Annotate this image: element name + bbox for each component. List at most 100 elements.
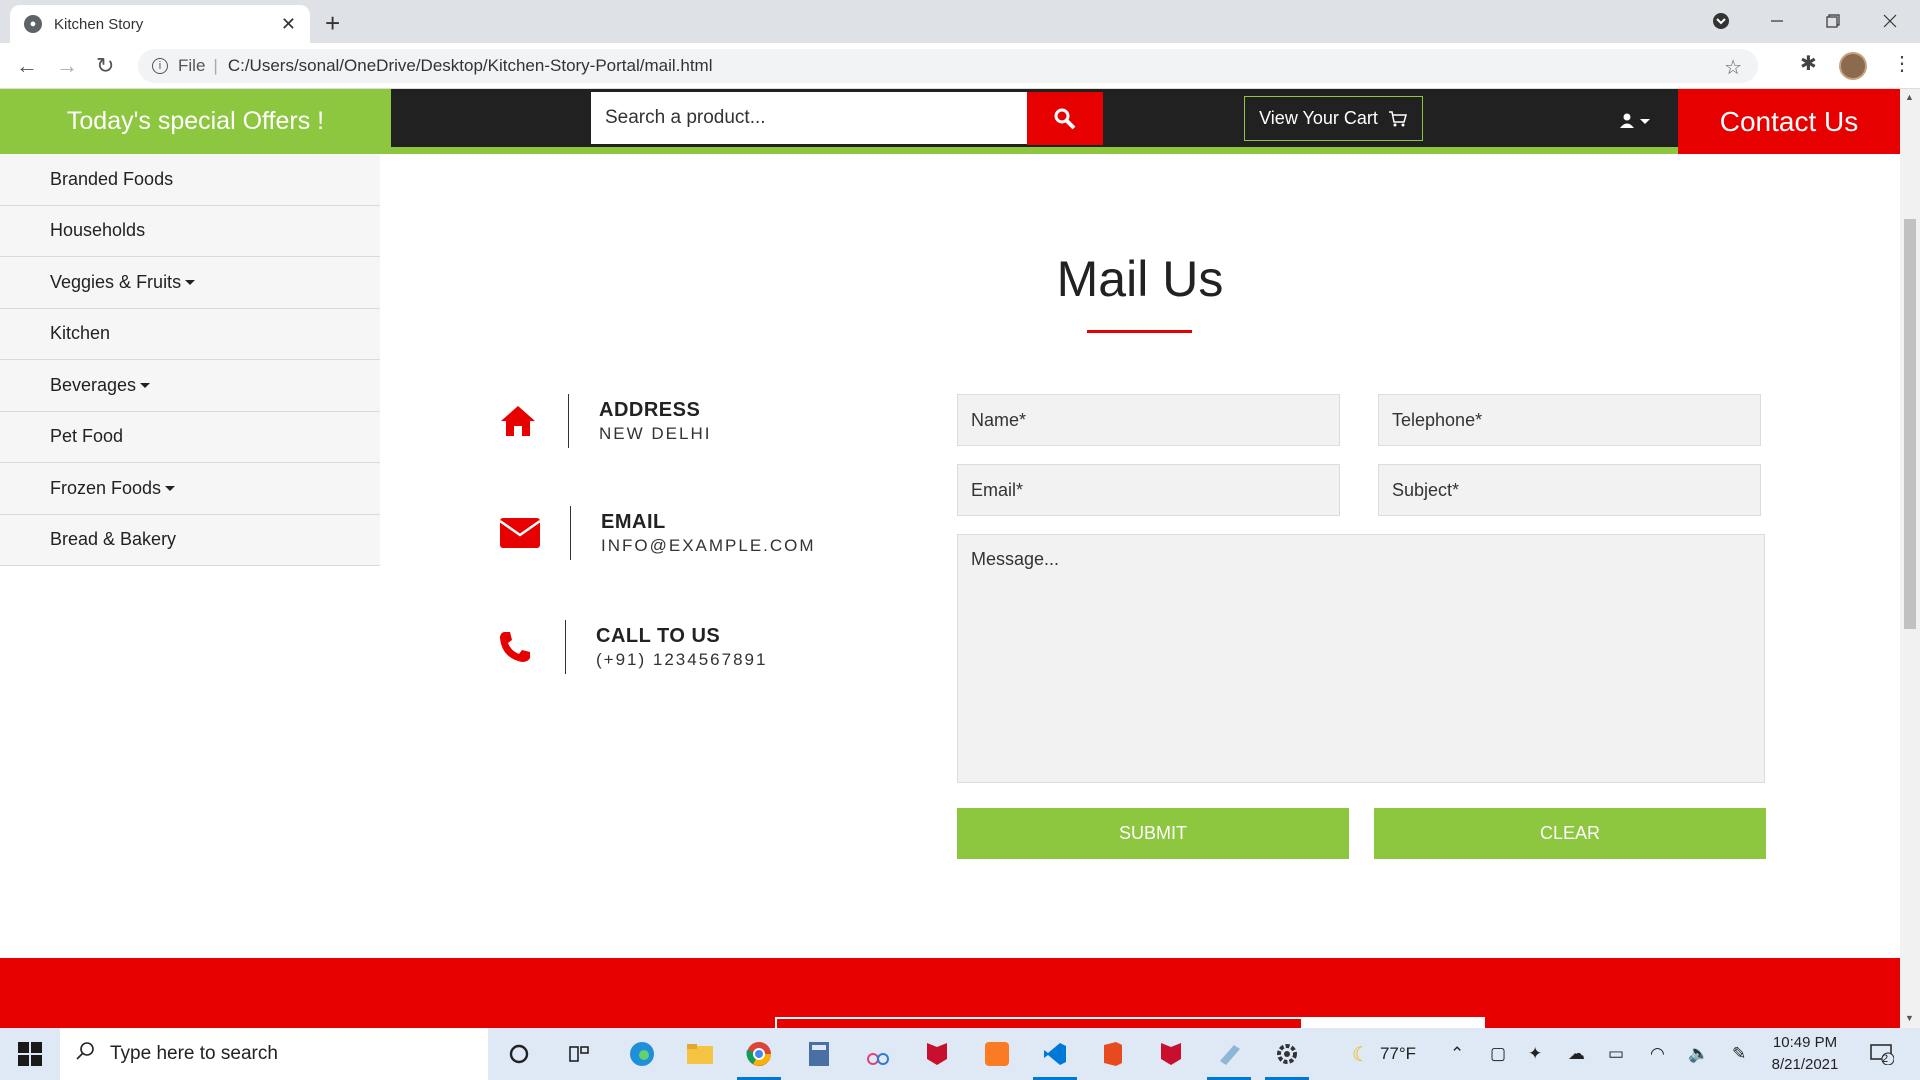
snip-tool-icon[interactable]: [861, 1038, 895, 1070]
phone-value: (+91) 1234567891: [596, 649, 768, 669]
close-window-icon[interactable]: [1879, 10, 1901, 32]
browser-tab[interactable]: ● Kitchen Story ✕: [10, 5, 310, 43]
subject-field[interactable]: [1378, 464, 1761, 516]
chrome-icon[interactable]: [742, 1038, 776, 1070]
xampp-icon[interactable]: [980, 1038, 1014, 1070]
sidebar-item-households[interactable]: Households: [0, 205, 380, 257]
scroll-down-icon[interactable]: ▼: [1905, 1013, 1914, 1023]
settings-gear-icon[interactable]: [1270, 1038, 1304, 1070]
name-field[interactable]: [957, 394, 1340, 446]
clear-button[interactable]: CLEAR: [1374, 808, 1766, 859]
file-explorer-icon[interactable]: [683, 1038, 717, 1070]
sidebar-item-label: Households: [50, 220, 146, 241]
info-divider: [568, 394, 569, 448]
newsletter-input[interactable]: [775, 1017, 1303, 1028]
envelope-icon: [497, 517, 542, 549]
sidebar-item-label: Bread & Bakery: [50, 529, 177, 550]
notes-app-icon[interactable]: [1212, 1038, 1246, 1070]
office-icon[interactable]: [1095, 1038, 1129, 1070]
taskbar-search[interactable]: Type here to search: [60, 1028, 488, 1080]
extensions-icon[interactable]: ✱: [1800, 51, 1817, 76]
task-view-icon[interactable]: [562, 1038, 596, 1070]
taskbar-clock[interactable]: 10:49 PM 8/21/2021: [1760, 1032, 1850, 1076]
url-bar[interactable]: i File | C:/Users/sonal/OneDrive/Desktop…: [138, 49, 1758, 83]
sidebar-item-label: Veggies & Fruits: [50, 271, 182, 292]
bookmark-star-icon[interactable]: ☆: [1724, 55, 1742, 80]
newsletter-button[interactable]: [1303, 1017, 1485, 1028]
mcafee-icon[interactable]: [920, 1038, 954, 1070]
browser-tab-bar: ● Kitchen Story ✕ +: [0, 0, 1920, 43]
message-field[interactable]: [957, 534, 1765, 783]
email-field[interactable]: [957, 464, 1340, 516]
user-menu-button[interactable]: [1620, 109, 1650, 133]
profile-avatar[interactable]: [1839, 52, 1867, 80]
restore-icon[interactable]: [1822, 10, 1844, 32]
chevron-down-icon: [1640, 118, 1650, 124]
cortana-icon[interactable]: [502, 1038, 536, 1070]
sidebar-item-frozen-foods[interactable]: Frozen Foods: [0, 463, 380, 515]
mcafee-shield-icon[interactable]: [1154, 1038, 1188, 1070]
email-value: INFO@EXAMPLE.COM: [601, 535, 816, 555]
pen-icon[interactable]: ✎: [1732, 1028, 1746, 1080]
sidebar-item-pet-food[interactable]: Pet Food: [0, 411, 380, 463]
url-text[interactable]: C:/Users/sonal/OneDrive/Desktop/Kitchen-…: [228, 56, 713, 76]
email-info: EMAIL INFO@EXAMPLE.COM: [497, 506, 816, 560]
battery-icon[interactable]: ▭: [1608, 1028, 1624, 1080]
telephone-field[interactable]: [1378, 394, 1761, 446]
phone-info: CALL TO US (+91) 1234567891: [492, 620, 767, 674]
sidebar-item-label: Pet Food: [50, 426, 124, 447]
site-header: Today's special Offers ! View Your Cart …: [0, 89, 1900, 154]
vscode-icon[interactable]: [1038, 1038, 1072, 1070]
user-icon: [1620, 113, 1634, 128]
home-icon: [495, 404, 540, 438]
scroll-up-icon[interactable]: ▲: [1905, 92, 1914, 102]
special-offers-link[interactable]: Today's special Offers !: [0, 89, 391, 154]
meet-now-icon[interactable]: ▢: [1490, 1028, 1506, 1080]
notification-count: 2: [1882, 1053, 1889, 1065]
url-separator: |: [213, 56, 218, 75]
product-search-input[interactable]: [591, 92, 1027, 144]
chevron-down-icon: [165, 485, 176, 491]
new-tab-button[interactable]: +: [325, 8, 340, 39]
minimize-icon[interactable]: [1766, 10, 1788, 32]
page-title: Mail Us: [1056, 251, 1224, 307]
onedrive-icon[interactable]: ☁: [1568, 1028, 1585, 1080]
close-tab-icon[interactable]: ✕: [281, 14, 296, 35]
dropbox-icon[interactable]: ✦: [1528, 1028, 1542, 1080]
sidebar-item-label: Branded Foods: [50, 168, 174, 189]
browser-menu-icon[interactable]: ⋮: [1892, 51, 1912, 76]
back-icon[interactable]: ←: [16, 53, 38, 79]
taskbar-search-placeholder: Type here to search: [110, 1043, 278, 1064]
notification-center-icon[interactable]: 2: [1870, 1028, 1894, 1080]
search-button[interactable]: [1027, 92, 1103, 145]
title-underline: [1087, 330, 1192, 333]
volume-icon[interactable]: 🔈: [1688, 1028, 1709, 1080]
tray-overflow-icon[interactable]: ⌃: [1450, 1028, 1464, 1080]
page-scrollbar[interactable]: ▲ ▼: [1900, 89, 1920, 1028]
edge-icon[interactable]: [625, 1038, 659, 1070]
weather-temp: 77°F: [1379, 1044, 1417, 1063]
tab-search-icon[interactable]: [1710, 10, 1732, 32]
submit-button[interactable]: SUBMIT: [957, 808, 1349, 859]
scrollbar-thumb[interactable]: [1904, 219, 1916, 629]
sidebar-item-veggies-fruits[interactable]: Veggies & Fruits: [0, 257, 380, 309]
sidebar-item-beverages[interactable]: Beverages: [0, 360, 380, 412]
view-cart-label: View Your Cart: [1259, 108, 1378, 128]
windows-taskbar: Type here to search ☾ 77°F ⌃ ▢ ✦ ☁ ▭ ◠ 🔈…: [0, 1028, 1920, 1080]
calculator-icon[interactable]: [802, 1038, 836, 1070]
reload-icon[interactable]: ↻: [96, 53, 114, 79]
url-scheme-label: File: [178, 56, 206, 75]
forward-icon[interactable]: →: [56, 53, 78, 79]
weather-widget[interactable]: ☾ 77°F: [1352, 1028, 1416, 1080]
view-cart-button[interactable]: View Your Cart: [1244, 96, 1423, 141]
info-icon[interactable]: i: [152, 58, 168, 74]
wifi-icon[interactable]: ◠: [1650, 1028, 1665, 1080]
search-icon: [76, 1041, 96, 1067]
sidebar-item-branded-foods[interactable]: Branded Foods: [0, 154, 380, 206]
sidebar-item-bread-bakery[interactable]: Bread & Bakery: [0, 514, 380, 566]
contact-us-button[interactable]: Contact Us: [1678, 89, 1900, 154]
windows-start-icon[interactable]: [18, 1042, 42, 1066]
sidebar-item-kitchen[interactable]: Kitchen: [0, 308, 380, 360]
clock-time: 10:49 PM: [1772, 1034, 1838, 1051]
email-heading: EMAIL: [601, 510, 666, 533]
